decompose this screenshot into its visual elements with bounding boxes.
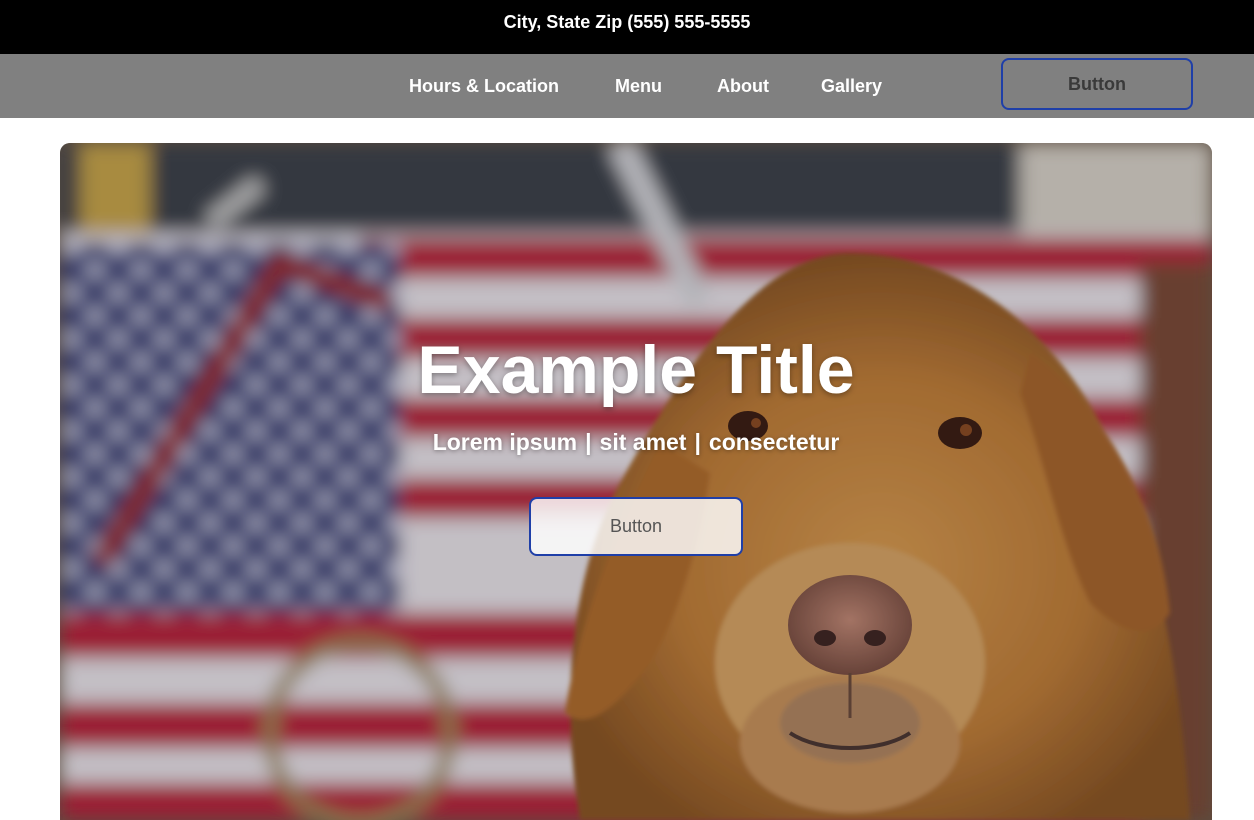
hero-subtitle-part-1: Lorem ipsum xyxy=(432,429,578,455)
hero-cta-button[interactable]: Button xyxy=(529,497,743,556)
main-nav: Hours & Location Menu About Gallery Butt… xyxy=(0,54,1254,118)
hero-subtitle-part-2: sit amet xyxy=(599,429,687,455)
top-info-bar: City, State Zip (555) 555-5555 xyxy=(0,0,1254,54)
hero-subtitle-separator: | xyxy=(585,429,592,455)
nav-item-menu[interactable]: Menu xyxy=(615,54,662,118)
hero-section: Example Title Lorem ipsum | sit amet | conse… xyxy=(60,143,1212,820)
address-phone-text: City, State Zip (555) 555-5555 xyxy=(503,11,751,32)
hero-overlay xyxy=(60,143,1212,820)
hero-subtitle-separator: | xyxy=(694,429,701,455)
hero-subtitle-part-3: consectetur xyxy=(708,429,840,455)
nav-item-about[interactable]: About xyxy=(717,54,769,118)
hero-title: Example Title xyxy=(417,332,855,408)
nav-item-gallery[interactable]: Gallery xyxy=(821,54,882,118)
nav-cta-button[interactable]: Button xyxy=(1001,58,1193,110)
nav-item-hours-location[interactable]: Hours & Location xyxy=(409,54,559,118)
hero-subtitle: Lorem ipsum | sit amet | consectetur xyxy=(60,429,1212,456)
